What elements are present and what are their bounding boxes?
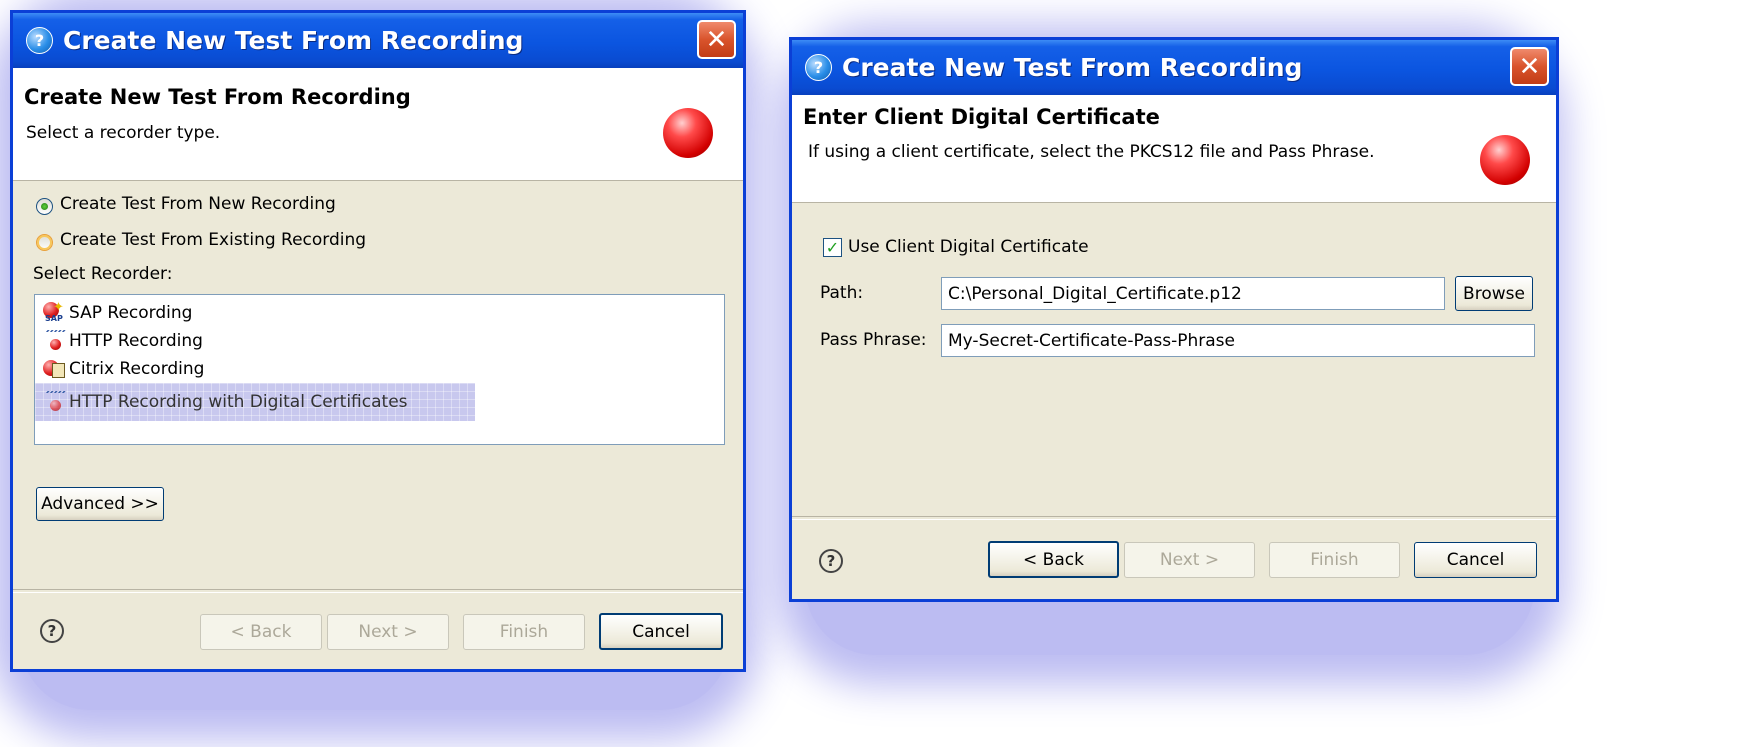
list-item-label: Citrix Recording [69, 359, 205, 379]
header-subtitle: If using a client certificate, select th… [808, 142, 1375, 162]
sap-recording-icon: ✦ SAP [43, 300, 64, 323]
close-button[interactable]: ✕ [697, 20, 736, 59]
cancel-button[interactable]: Cancel [1414, 542, 1537, 578]
list-item-citrix-recording[interactable]: Citrix Recording [43, 355, 204, 383]
list-item-label: SAP Recording [69, 303, 193, 323]
finish-button[interactable]: Finish [463, 614, 585, 650]
back-button[interactable]: < Back [988, 541, 1119, 578]
header-title: Enter Client Digital Certificate [803, 105, 1160, 129]
footer-separator [13, 589, 743, 593]
check-icon: ✓ [825, 237, 840, 257]
use-certificate-checkbox[interactable]: ✓ [823, 238, 842, 257]
list-item-sap-recording[interactable]: ✦ SAP SAP Recording [43, 299, 192, 327]
wizard-header: Create New Test From Recording Select a … [13, 68, 743, 181]
browse-button[interactable]: Browse [1455, 276, 1533, 311]
list-item-http-certificate-recording[interactable]: HTTP Recording with Digital Certificates [35, 383, 475, 421]
radio-existing-recording-label[interactable]: Create Test From Existing Recording [60, 230, 366, 250]
radio-selected-dot [41, 203, 48, 210]
header-title: Create New Test From Recording [24, 85, 411, 109]
wizard-banner-icon [663, 108, 713, 158]
close-icon: ✕ [1518, 51, 1541, 82]
app-icon: ? [805, 54, 832, 81]
http-certificate-recording-icon [38, 391, 66, 413]
help-icon[interactable]: ? [819, 549, 843, 573]
dialog-client-certificate: ? Create New Test From Recording ✕ Enter… [789, 37, 1559, 602]
title-bar[interactable]: ? Create New Test From Recording ✕ [792, 40, 1556, 95]
list-item-label: HTTP Recording [69, 331, 203, 351]
finish-button[interactable]: Finish [1269, 542, 1400, 578]
close-button[interactable]: ✕ [1510, 47, 1549, 86]
wizard-header: Enter Client Digital Certificate If usin… [792, 95, 1556, 203]
use-certificate-label[interactable]: Use Client Digital Certificate [848, 237, 1089, 257]
passphrase-label: Pass Phrase: [820, 330, 927, 350]
next-button[interactable]: Next > [327, 614, 449, 650]
cancel-button[interactable]: Cancel [599, 613, 723, 650]
list-item-http-recording[interactable]: HTTP Recording [38, 327, 203, 355]
advanced-button[interactable]: Advanced >> [36, 487, 164, 521]
http-recording-icon [38, 330, 66, 352]
radio-new-recording[interactable] [36, 198, 53, 215]
radio-existing-recording[interactable] [36, 234, 53, 251]
list-item-label: HTTP Recording with Digital Certificates [69, 392, 408, 412]
recorder-list[interactable]: ✦ SAP SAP Recording HTTP Recording Citri… [34, 294, 725, 445]
path-label: Path: [820, 283, 864, 303]
header-subtitle: Select a recorder type. [26, 123, 221, 143]
close-icon: ✕ [705, 24, 728, 55]
dialog-select-recorder: ? Create New Test From Recording ✕ Creat… [10, 10, 746, 672]
footer-separator [792, 516, 1556, 520]
back-button[interactable]: < Back [200, 614, 322, 650]
select-recorder-label: Select Recorder: [33, 264, 173, 284]
radio-new-recording-label[interactable]: Create Test From New Recording [60, 194, 336, 214]
window-title: Create New Test From Recording [842, 53, 1303, 82]
window-title: Create New Test From Recording [63, 26, 524, 55]
citrix-recording-icon [43, 358, 65, 380]
path-input[interactable]: C:\Personal_Digital_Certificate.p12 [941, 277, 1445, 310]
next-button[interactable]: Next > [1124, 542, 1255, 578]
app-icon: ? [26, 27, 53, 54]
title-bar[interactable]: ? Create New Test From Recording ✕ [13, 13, 743, 68]
wizard-banner-icon [1480, 135, 1530, 185]
help-icon[interactable]: ? [40, 619, 64, 643]
passphrase-input[interactable]: My-Secret-Certificate-Pass-Phrase [941, 324, 1535, 357]
